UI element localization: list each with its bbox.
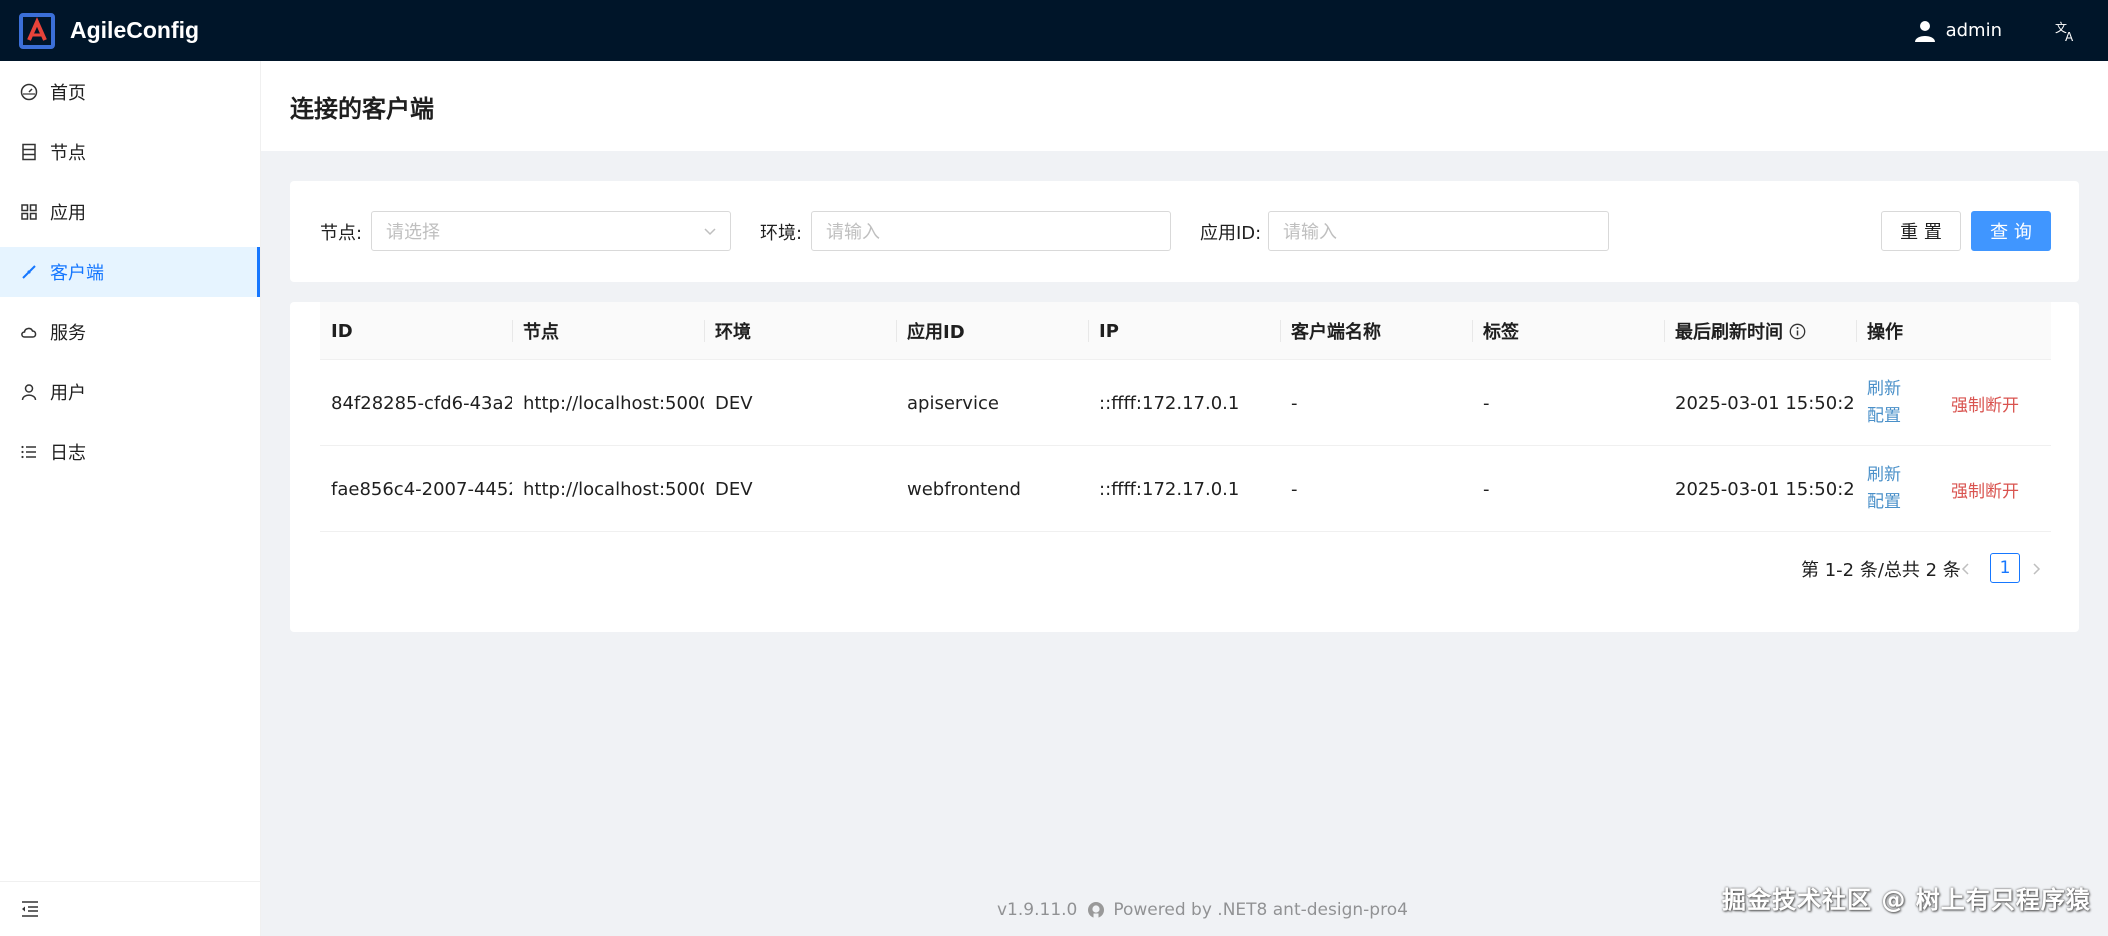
sidebar-item-apps[interactable]: 应用 — [0, 187, 260, 237]
env-filter-label: 环境: — [760, 222, 803, 244]
column-header-node: 节点 — [523, 322, 559, 343]
table-header: ID 节点 环境 应用ID IP 客户端名称 标签 最后刷新时间 操作 — [320, 302, 2051, 360]
sidebar-item-label: 服务 — [50, 323, 86, 344]
clients-table: ID 节点 环境 应用ID IP 客户端名称 标签 最后刷新时间 操作 84f2… — [290, 302, 2079, 632]
footer: v1.9.11.0 Powered by .NET8 ant-design-pr… — [997, 897, 1408, 923]
cell-node: http://localhost:5000 — [523, 478, 704, 500]
refresh-config-link[interactable]: 刷新 配置 — [1856, 446, 1940, 532]
sidebar-item-users[interactable]: 用户 — [0, 367, 260, 417]
env-input[interactable]: 请输入 — [811, 211, 1171, 251]
cell-tags: - — [1483, 392, 1490, 414]
svg-text:A: A — [2065, 30, 2074, 43]
sidebar-item-logs[interactable]: 日志 — [0, 427, 260, 477]
query-button[interactable]: 查 询 — [1971, 211, 2051, 251]
column-header-last-refresh-label: 最后刷新时间 — [1675, 322, 1783, 343]
page-title: 连接的客户端 — [290, 94, 434, 123]
node-select-placeholder: 请选择 — [386, 222, 440, 243]
page-header: 连接的客户端 — [261, 61, 2108, 151]
search-form: 节点: 请选择 环境: 请输入 应用ID: 请输入 重 置 查 询 — [290, 181, 2079, 282]
table-row: fae856c4-2007-4452... http://localhost:5… — [320, 446, 2051, 532]
force-disconnect-link[interactable]: 强制断开 — [1940, 446, 2051, 532]
github-icon[interactable] — [1087, 901, 1105, 919]
cell-ip: ::ffff:172.17.0.1 — [1099, 392, 1240, 414]
cell-env: DEV — [715, 478, 753, 500]
cell-env: DEV — [715, 392, 753, 414]
agileconfig-logo-icon — [19, 12, 55, 49]
watermark: 掘金技术社区 @ 树上有只程序猿 — [1722, 886, 2091, 914]
sidebar-item-clients[interactable]: 客户端 — [0, 247, 260, 297]
refresh-config-link-line1: 刷新 — [1867, 379, 1901, 399]
force-disconnect-label: 强制断开 — [1951, 395, 2019, 416]
cell-node: http://localhost:5000 — [523, 392, 704, 414]
username: admin — [1945, 20, 2002, 41]
sidebar-collapse-toggle[interactable] — [0, 881, 260, 936]
column-header-id: ID — [331, 320, 353, 342]
column-header-ip: IP — [1099, 320, 1119, 342]
column-header-appid: 应用ID — [907, 322, 965, 343]
sidebar-item-home[interactable]: 首页 — [0, 67, 260, 117]
top-header: AgileConfig admin 文 A — [0, 0, 2108, 61]
column-header-env: 环境 — [715, 322, 751, 343]
sidebar: 首页 节点 应用 客户端 服务 用户 日志 — [0, 61, 261, 936]
reset-button[interactable]: 重 置 — [1881, 211, 1961, 251]
chevron-down-icon — [704, 228, 716, 236]
cell-client-name: - — [1291, 392, 1298, 414]
sidebar-item-nodes[interactable]: 节点 — [0, 127, 260, 177]
menu-fold-icon — [22, 901, 38, 917]
refresh-config-link-line1: 刷新 — [1867, 465, 1901, 485]
cell-appid: webfrontend — [907, 478, 1021, 500]
cell-client-name: - — [1291, 478, 1298, 500]
user-icon — [21, 384, 37, 401]
column-header-actions: 操作 — [1867, 322, 1903, 343]
dashboard-icon — [20, 83, 38, 101]
node-filter-label: 节点: — [320, 222, 363, 244]
client-icon — [22, 265, 36, 279]
apps-icon — [21, 204, 37, 220]
appid-filter-label: 应用ID: — [1200, 222, 1262, 244]
cell-appid: apiservice — [907, 392, 999, 414]
cell-ip: ::ffff:172.17.0.1 — [1099, 478, 1240, 500]
appid-input-placeholder: 请输入 — [1283, 222, 1337, 243]
sidebar-item-services[interactable]: 服务 — [0, 307, 260, 357]
sidebar-item-label: 应用 — [50, 203, 86, 224]
info-circle-icon[interactable] — [1789, 323, 1806, 340]
refresh-config-link[interactable]: 刷新 配置 — [1856, 360, 1940, 446]
sidebar-item-label: 客户端 — [50, 263, 104, 284]
refresh-config-link-line2: 配置 — [1867, 406, 1901, 426]
node-select[interactable]: 请选择 — [371, 211, 731, 251]
cell-id: 84f28285-cfd6-43a2... — [331, 392, 512, 414]
force-disconnect-label: 强制断开 — [1951, 481, 2019, 502]
column-header-tags: 标签 — [1483, 322, 1519, 343]
appid-input[interactable]: 请输入 — [1268, 211, 1609, 251]
translate-icon[interactable]: 文 A — [2054, 19, 2078, 43]
column-header-last-refresh: 最后刷新时间 — [1664, 302, 1806, 360]
pagination-total: 第 1-2 条/总共 2 条 — [1801, 560, 1961, 581]
app-title: AgileConfig — [70, 17, 200, 43]
user-menu[interactable]: admin — [1913, 19, 2002, 43]
force-disconnect-link[interactable]: 强制断开 — [1940, 360, 2051, 446]
cloud-icon — [21, 327, 37, 338]
column-header-client-name: 客户端名称 — [1291, 322, 1381, 343]
sidebar-item-label: 日志 — [50, 443, 86, 464]
footer-version: v1.9.11.0 — [997, 900, 1078, 920]
footer-powered-by: Powered by .NET8 ant-design-pro4 — [1113, 900, 1408, 920]
table-row: 84f28285-cfd6-43a2... http://localhost:5… — [320, 360, 2051, 446]
app-logo[interactable]: AgileConfig — [19, 12, 200, 49]
sidebar-item-label: 用户 — [50, 383, 86, 404]
user-avatar-icon — [1914, 20, 1935, 42]
node-icon — [22, 143, 36, 161]
cell-tags: - — [1483, 478, 1490, 500]
pagination-page-1[interactable]: 1 — [1990, 553, 2020, 583]
sidebar-item-label: 节点 — [50, 143, 86, 164]
sidebar-item-label: 首页 — [50, 83, 86, 104]
cell-last-refresh: 2025-03-01 15:50:28 — [1675, 478, 1856, 500]
pagination-next-icon[interactable] — [2026, 559, 2046, 579]
list-icon — [21, 445, 36, 459]
refresh-config-link-line2: 配置 — [1867, 492, 1901, 512]
pagination-prev-icon[interactable] — [1956, 559, 1976, 579]
env-input-placeholder: 请输入 — [826, 222, 880, 243]
cell-last-refresh: 2025-03-01 15:50:28 — [1675, 392, 1856, 414]
cell-id: fae856c4-2007-4452... — [331, 478, 512, 500]
